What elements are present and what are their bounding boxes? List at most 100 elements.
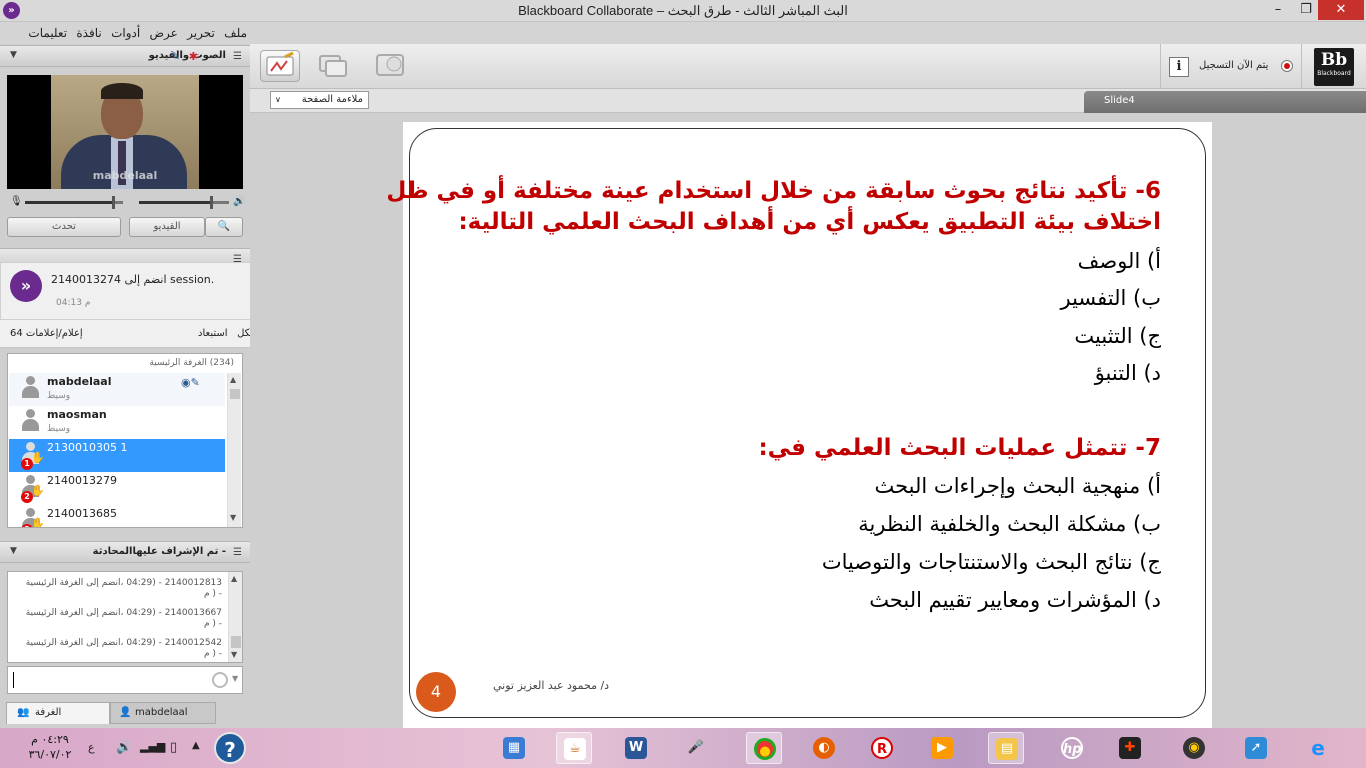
hand-order-badge: 1	[21, 458, 33, 470]
participant-row[interactable]: maosman وسيط	[9, 406, 225, 439]
chat-menu-icon[interactable]: ☰	[233, 547, 242, 558]
tab-private-chat[interactable]: 👤 mabdelaal	[110, 702, 216, 724]
info-icon[interactable]: i	[1169, 57, 1189, 77]
scroll-up-icon[interactable]: ▲	[230, 375, 236, 384]
option-a: أ) الوصف	[1077, 249, 1161, 273]
video-preview-button[interactable]: 🔍	[205, 217, 243, 237]
web-tour-button[interactable]	[372, 50, 412, 82]
participant-row-selected[interactable]: ✋ 1 2130010305 1	[9, 439, 225, 472]
taskbar-clock[interactable]: ٠٤:٢٩ م ٣٦/٠٧/٠٢	[20, 732, 80, 762]
record-icon[interactable]	[1281, 60, 1293, 72]
network-icon[interactable]: ▂▄▆	[140, 740, 165, 753]
hand-order-badge: 2	[21, 491, 33, 503]
raised-hand-icon: ✋	[31, 517, 45, 527]
puzzle-app-icon[interactable]: ✚	[1112, 732, 1148, 764]
option-b: ب) التفسير	[1060, 286, 1162, 310]
slide-tab[interactable]: Slide4	[1084, 91, 1366, 113]
user-icon: 👤	[119, 707, 132, 718]
audio-video-header: ▼ الصوت والقيديو ☰ ✱ ✎	[0, 45, 250, 67]
slide-author: د/ محمود عبد العزيز توني	[493, 679, 610, 692]
video-button[interactable]: القيديو	[129, 217, 205, 237]
recording-indicator[interactable]: i يتم الآن التسجيل	[1160, 44, 1302, 89]
control-panel-icon[interactable]: ▦	[496, 732, 532, 764]
mic-level-icon: 🎙	[10, 196, 23, 207]
speaker-volume-slider[interactable]	[139, 196, 229, 209]
whiteboard-button[interactable]	[260, 50, 300, 82]
option-a: أ) منهجية البحث وإجراءات البحث	[874, 474, 1162, 498]
chat-input[interactable]: ▼	[7, 666, 243, 694]
camera-mic-status-icon: ◉✎	[181, 376, 200, 389]
chat-title: - تم الإشراف عليهاالمحادثة	[92, 546, 226, 557]
microphone-icon[interactable]: ✎	[171, 50, 180, 63]
emoticon-icon[interactable]	[212, 672, 228, 688]
launcher-icon[interactable]: ➚	[1238, 732, 1274, 764]
clear-link[interactable]: استبعاد	[198, 328, 228, 339]
chat-header: ▼ - تم الإشراف عليهاالمحادثة ☰	[0, 541, 250, 563]
hp-icon[interactable]: hp	[1054, 732, 1090, 764]
participant-row[interactable]: ✋ 2 2140013279	[9, 472, 225, 505]
zoom-select[interactable]: ∨ ملاءمة الصفحة	[270, 91, 369, 109]
menu-window[interactable]: نافذة	[73, 22, 104, 40]
volume-icon[interactable]: 🔊	[116, 740, 132, 755]
menu-file[interactable]: ملف	[221, 22, 250, 40]
close-button[interactable]: ✕	[1318, 0, 1364, 20]
option-d: د) المؤشرات ومعايير تقييم البحث	[869, 588, 1161, 612]
whiteboard-area: 6- تأكيد نتائج بحوث سابقة من خلال استخدا…	[250, 113, 1366, 728]
battery-icon[interactable]: ▯	[170, 740, 177, 755]
menu-help[interactable]: تعليمات	[25, 22, 70, 40]
input-language[interactable]: ع	[88, 741, 95, 754]
file-explorer-icon[interactable]: ▤	[988, 732, 1024, 764]
menu-tools[interactable]: أدوات	[108, 22, 143, 40]
chat-message: 2140012813 - (04:29 ،انضم إلى الغرفة الر…	[25, 578, 222, 599]
media-player-icon[interactable]: ▶	[924, 732, 960, 764]
talk-button[interactable]: تحدث	[7, 217, 121, 237]
application-sharing-button[interactable]	[314, 50, 354, 82]
option-c: ج) التثبيت	[1074, 324, 1161, 348]
collapse-icon[interactable]: ▼	[10, 50, 17, 60]
microphone-app-icon[interactable]: 🎤	[678, 732, 714, 764]
scroll-down-icon[interactable]: ▼	[230, 513, 236, 522]
word-icon[interactable]: W	[618, 732, 654, 764]
menu-view[interactable]: عرض	[147, 22, 181, 40]
show-hidden-icons[interactable]: ▲	[192, 740, 200, 751]
participant-row[interactable]: mabdelaal وسيط ◉✎	[9, 373, 225, 406]
participants-scrollbar[interactable]: ▲ ▼	[227, 373, 241, 527]
menu-bar: ملف تحرير عرض أدوات نافذة تعليمات	[0, 22, 250, 44]
chat-message: 2140013667 - (04:29 ،انضم إلى الغرفة الر…	[25, 608, 222, 629]
video-window: mabdelaal	[7, 75, 243, 189]
speaker-icon: 🔊	[233, 196, 246, 207]
window-title: Blackboard Collaborate – البث المباشر ال…	[518, 3, 848, 18]
settings-icon[interactable]: ✱	[189, 50, 198, 63]
scroll-up-icon[interactable]: ▲	[231, 574, 237, 583]
mic-volume-slider[interactable]	[25, 196, 123, 209]
raised-hands-count: 64 إعلام/إعلامات	[10, 328, 83, 339]
chevron-down-icon[interactable]: ▼	[232, 674, 238, 683]
option-c: ج) نتائج البحث والاستنتاجات والتوصيات	[821, 550, 1161, 574]
question-6-line-2: اختلاف بيئة التطبيق يعكس أي من أهداف الب…	[458, 209, 1161, 235]
webcam-icon[interactable]: ◉	[1176, 732, 1212, 764]
magnifier-icon: 🔍	[217, 221, 231, 232]
realplayer-icon[interactable]: R	[864, 732, 900, 764]
chat-scrollbar[interactable]: ▲ ▼	[228, 572, 242, 662]
notification-message: 2140013274 انضم إلى session.	[51, 273, 215, 286]
moderator-icon	[21, 409, 39, 433]
chrome-icon[interactable]: ●	[746, 732, 782, 764]
participant-role: وسيط	[47, 424, 71, 434]
slide-number: 4	[416, 672, 456, 712]
participant-name: 2140013685	[47, 507, 117, 520]
group-icon: 👥	[17, 707, 30, 718]
java-icon[interactable]: ☕	[556, 732, 592, 764]
chat-log: 2140012813 - (04:29 ،انضم إلى الغرفة الر…	[7, 571, 243, 663]
scroll-down-icon[interactable]: ▼	[231, 650, 237, 659]
help-icon[interactable]: ?	[214, 732, 246, 764]
chat-collapse-icon[interactable]: ▼	[10, 546, 17, 556]
menu-edit[interactable]: تحرير	[184, 22, 218, 40]
whiteboard-subbar: ∨ ملاءمة الصفحة Slide4	[250, 89, 1366, 113]
option-d: د) التنبؤ	[1094, 361, 1161, 385]
tab-room[interactable]: 👥 الغرفة	[6, 702, 110, 724]
firefox-icon[interactable]: ◐	[806, 732, 842, 764]
audio-levels: 🎙 🔊	[7, 196, 246, 210]
panel-menu-icon[interactable]: ☰	[233, 51, 242, 62]
internet-explorer-icon[interactable]: e	[1300, 732, 1336, 764]
participant-row[interactable]: ✋ 3 2140013685	[9, 505, 225, 527]
